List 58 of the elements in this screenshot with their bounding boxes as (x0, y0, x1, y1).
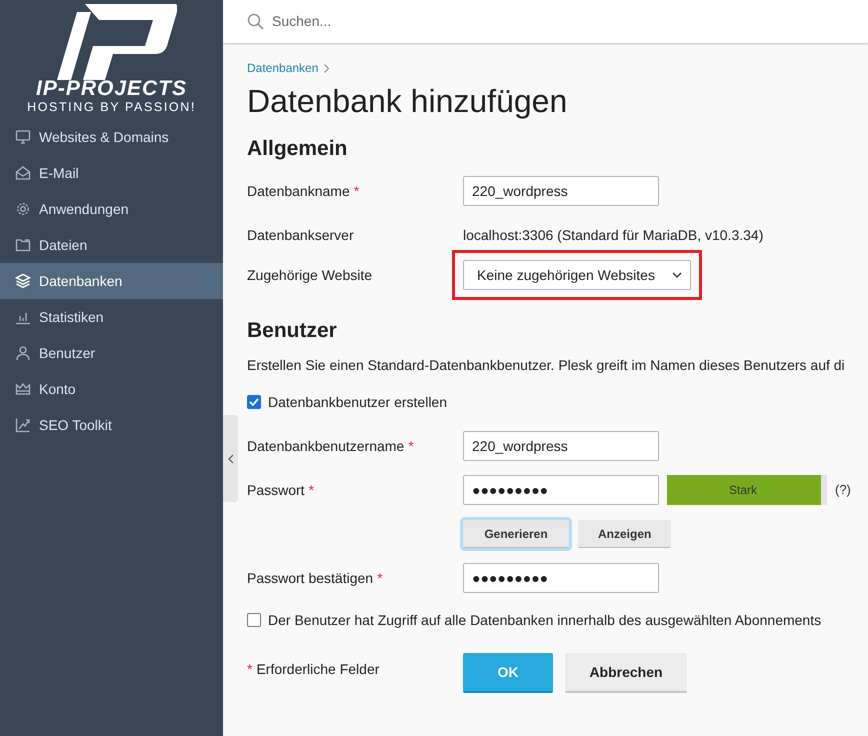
required-mark: * (408, 436, 414, 456)
text-field[interactable]: 220_wordpress (463, 176, 659, 206)
sidebar-item[interactable]: SEO Toolkit (0, 407, 223, 443)
required-mark: * (377, 568, 383, 588)
crown-icon (15, 381, 31, 397)
sidebar-item[interactable]: Datenbanken (0, 263, 223, 299)
user-icon (15, 345, 31, 361)
description-text: Erstellen Sie einen Standard-Datenbankbenutzer. Plesk greift im Namen dieses Benutzers auf di (247, 356, 846, 375)
search-bar[interactable]: Suchen... (223, 0, 868, 43)
sidebar-item[interactable]: Konto (0, 371, 223, 407)
section-heading: Benutzer (247, 318, 338, 344)
checkbox-label: Der Benutzer hat Zugriff auf alle Datenbanken innerhalb des ausgewählten Abonnements (268, 610, 822, 630)
gear-icon (15, 201, 31, 217)
field-value: localhost:3306 (Standard für MariaDB, v10.3.34) (463, 226, 764, 245)
chevron-left-icon (228, 454, 234, 464)
required-mark: * (354, 182, 360, 200)
cancel-button[interactable]: Abbrechen (565, 653, 687, 693)
logo-tagline: HOSTING BY PASSION! (27, 100, 196, 114)
monitor-icon (15, 129, 31, 145)
text-field[interactable]: 220_wordpress (463, 431, 659, 461)
sidebar-item[interactable]: E-Mail (0, 155, 223, 191)
generate-button[interactable]: Generieren (463, 520, 569, 548)
checkbox-label: Datenbankbenutzer erstellen (268, 392, 448, 412)
search-field[interactable]: Suchen... (272, 11, 772, 32)
required-note: Erforderliche Felder (256, 660, 380, 679)
sidebar-item[interactable]: Websites & Domains (0, 119, 223, 155)
sidebar-item[interactable]: Dateien (0, 227, 223, 263)
password-field[interactable]: ●●●●●●●●● (463, 475, 659, 505)
trend-chart-icon (15, 417, 31, 433)
help-link[interactable]: (?) (835, 480, 851, 500)
search-icon (247, 13, 264, 30)
website-select[interactable]: Keine zugehörigen Websites (463, 260, 691, 290)
field-label: Passwort (247, 480, 305, 500)
page-title: Datenbank hinzufügen (247, 82, 568, 121)
chevron-down-icon (672, 272, 682, 278)
section-heading: Allgemein (247, 136, 348, 162)
checkbox[interactable] (247, 613, 261, 627)
field-label: Datenbankname (247, 182, 350, 200)
sidebar-item[interactable]: Statistiken (0, 299, 223, 335)
password-field[interactable]: ●●●●●●●●● (463, 563, 659, 593)
layers-icon (15, 273, 31, 289)
required-mark: * (247, 660, 252, 679)
sidebar-item[interactable]: Benutzer (0, 335, 223, 371)
folder-icon (15, 237, 31, 253)
envelope-icon (15, 165, 31, 181)
checkbox[interactable] (247, 395, 261, 409)
logo-text: IP-PROJECTS (36, 78, 188, 100)
field-label: Passwort bestätigen (247, 568, 374, 588)
chevron-right-icon (324, 64, 330, 72)
sidebar-item[interactable]: Anwendungen (0, 191, 223, 227)
field-label: Datenbankbenutzername (247, 436, 404, 456)
required-mark: * (308, 480, 314, 500)
field-label: Zugehörige Website (247, 266, 372, 285)
breadcrumb-link[interactable]: Datenbanken (247, 59, 318, 77)
field-label: Datenbankserver (247, 226, 354, 244)
collapse-handle[interactable] (223, 415, 238, 502)
show-button[interactable]: Anzeigen (578, 520, 672, 548)
strength-label: Stark (728, 482, 758, 499)
